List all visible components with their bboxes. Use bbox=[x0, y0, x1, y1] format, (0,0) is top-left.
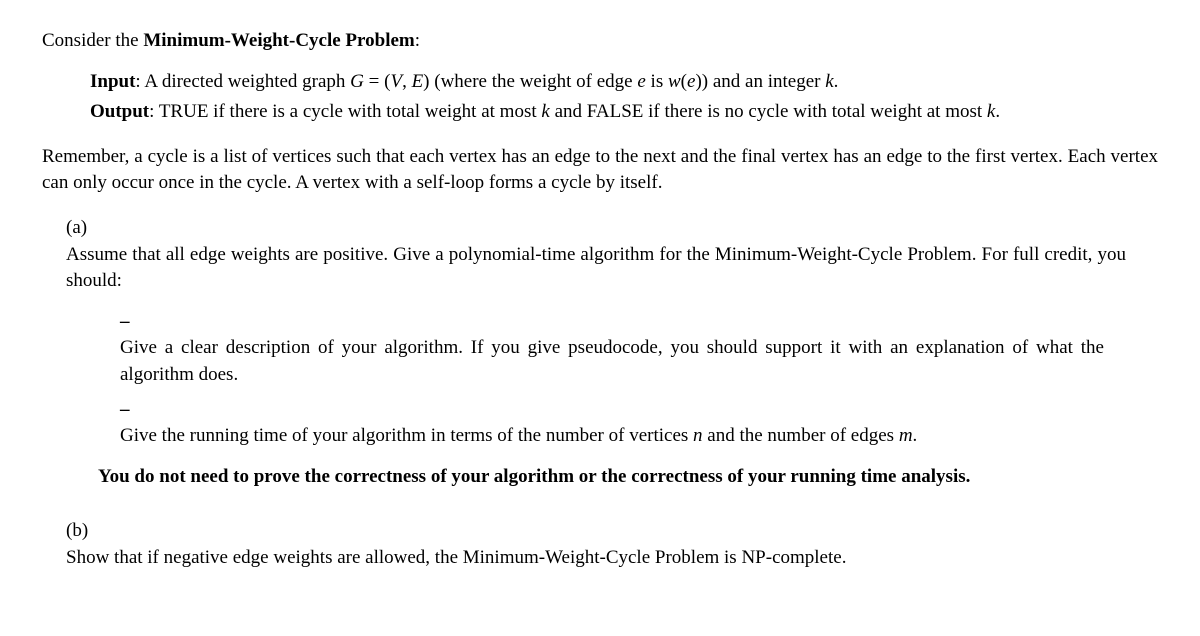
problem-definition: Input: A directed weighted graph G = (V,… bbox=[90, 69, 1158, 126]
bold-note: You do not need to prove the correctness… bbox=[98, 464, 1126, 491]
input-line: Input: A directed weighted graph G = (V,… bbox=[90, 69, 1158, 96]
bullet-marker: – bbox=[120, 309, 138, 336]
part-a-text: Assume that all edge weights are positiv… bbox=[66, 244, 1126, 292]
part-b-label: (b) bbox=[66, 518, 94, 545]
intro-bold: Minimum-Weight-Cycle Problem bbox=[143, 30, 414, 51]
part-b: (b) Show that if negative edge weights a… bbox=[66, 518, 1158, 571]
bullet-marker: – bbox=[120, 397, 138, 424]
intro-suffix: : bbox=[415, 30, 420, 51]
input-label: Input bbox=[90, 71, 135, 92]
remember-paragraph: Remember, a cycle is a list of vertices … bbox=[42, 144, 1158, 197]
intro-prefix: Consider the bbox=[42, 30, 143, 51]
bullet-2-text: Give the running time of your algorithm … bbox=[120, 423, 1104, 450]
output-line: Output: TRUE if there is a cycle with to… bbox=[90, 99, 1158, 126]
bullet-1-text: Give a clear description of your algorit… bbox=[120, 335, 1104, 388]
output-label: Output bbox=[90, 101, 149, 122]
part-a-body: Assume that all edge weights are positiv… bbox=[66, 242, 1126, 505]
part-b-text: Show that if negative edge weights are a… bbox=[66, 545, 1126, 572]
part-a: (a) Assume that all edge weights are pos… bbox=[66, 215, 1158, 504]
bullet-2: – Give the running time of your algorith… bbox=[120, 397, 1126, 450]
bullet-1: – Give a clear description of your algor… bbox=[120, 309, 1126, 389]
bullet-list: – Give a clear description of your algor… bbox=[120, 309, 1126, 450]
intro-line: Consider the Minimum-Weight-Cycle Proble… bbox=[42, 28, 1158, 55]
part-a-label: (a) bbox=[66, 215, 94, 242]
